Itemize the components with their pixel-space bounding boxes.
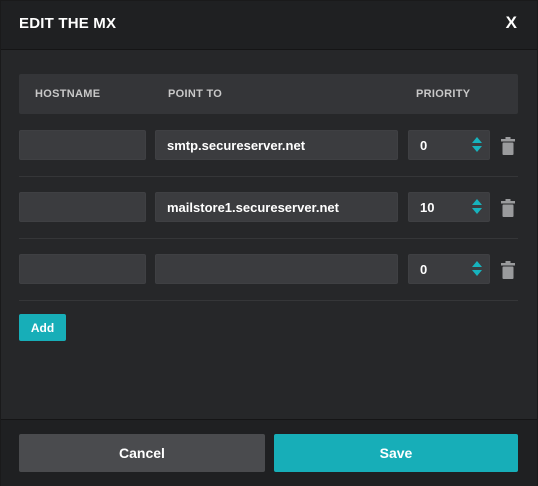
- trash-icon[interactable]: [501, 199, 515, 217]
- spinner-icon[interactable]: [471, 259, 483, 279]
- hostname-input[interactable]: [19, 254, 146, 284]
- add-button[interactable]: Add: [19, 314, 66, 341]
- point-to-input[interactable]: [155, 192, 398, 222]
- mx-record-row: [19, 115, 518, 177]
- hostname-input[interactable]: [19, 130, 146, 160]
- point-to-input[interactable]: [155, 130, 398, 160]
- spinner-icon[interactable]: [471, 135, 483, 155]
- column-header-point-to: POINT TO: [168, 88, 223, 100]
- trash-icon[interactable]: [501, 137, 515, 155]
- mx-record-row: [19, 239, 518, 301]
- column-header-priority: PRIORITY: [416, 88, 471, 100]
- table-header: HOSTNAME POINT TO PRIORITY: [19, 74, 518, 114]
- spinner-icon[interactable]: [471, 197, 483, 217]
- dialog-title: EDIT THE MX: [19, 15, 117, 32]
- trash-icon[interactable]: [501, 261, 515, 279]
- cancel-button[interactable]: Cancel: [19, 434, 265, 472]
- hostname-input[interactable]: [19, 192, 146, 222]
- row-divider: [19, 300, 518, 301]
- edit-mx-dialog: EDIT THE MX X HOSTNAME POINT TO PRIORITY: [0, 0, 538, 486]
- dialog-footer: Cancel Save: [1, 419, 537, 486]
- point-to-input[interactable]: [155, 254, 398, 284]
- dialog-header: EDIT THE MX X: [1, 1, 537, 50]
- close-icon[interactable]: X: [506, 13, 517, 33]
- column-header-hostname: HOSTNAME: [35, 88, 101, 100]
- save-button[interactable]: Save: [274, 434, 518, 472]
- mx-record-row: [19, 177, 518, 239]
